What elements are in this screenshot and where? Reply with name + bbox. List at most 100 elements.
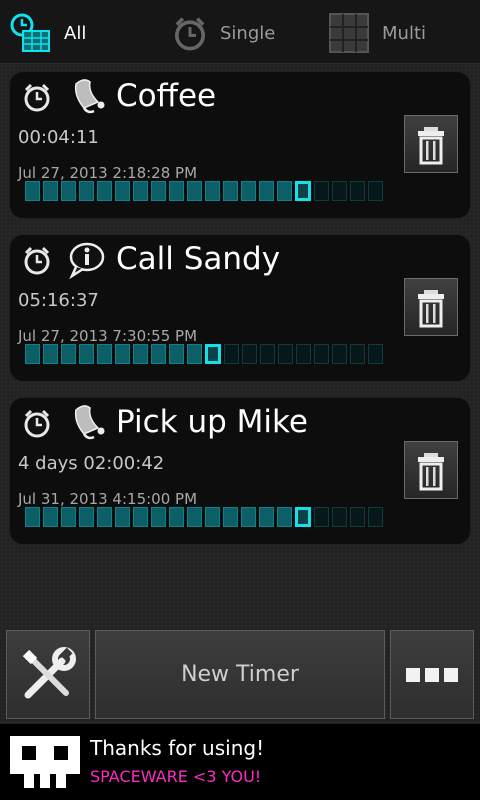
alarm-clock-icon bbox=[172, 15, 208, 51]
progress-segment bbox=[43, 507, 58, 527]
progress-segment bbox=[133, 344, 148, 364]
tab-multi-label: Multi bbox=[382, 22, 426, 44]
progress-segment bbox=[350, 344, 365, 364]
progress-segment bbox=[169, 344, 184, 364]
progress-segment bbox=[133, 507, 148, 527]
timer-title: Pick up Mike bbox=[116, 404, 308, 440]
progress-segment bbox=[79, 344, 94, 364]
delete-button[interactable] bbox=[404, 441, 458, 499]
progress-segment bbox=[115, 507, 130, 527]
progress-segment bbox=[43, 344, 58, 364]
progress-segment bbox=[295, 507, 311, 527]
progress-segment bbox=[260, 344, 275, 364]
trash-icon bbox=[416, 451, 446, 491]
due-date: Jul 31, 2013 4:15:00 PM bbox=[18, 490, 198, 508]
progress-segment bbox=[332, 181, 347, 201]
progress-segment bbox=[61, 344, 76, 364]
progress-segment bbox=[61, 181, 76, 201]
progress-segment bbox=[133, 181, 148, 201]
progress-segment bbox=[205, 344, 221, 364]
progress-segment bbox=[205, 507, 220, 527]
progress-segment bbox=[25, 507, 40, 527]
timer-card[interactable]: Call Sandy 05:16:37 Jul 27, 2013 7:30:55… bbox=[9, 234, 471, 382]
progress-segment bbox=[187, 344, 202, 364]
progress-segment bbox=[223, 181, 238, 201]
bell-icon bbox=[74, 78, 106, 114]
progress-segment bbox=[223, 507, 238, 527]
new-timer-button[interactable]: New Timer bbox=[95, 630, 385, 719]
progress-segment bbox=[368, 344, 383, 364]
progress-segment bbox=[187, 181, 202, 201]
progress-segment bbox=[169, 507, 184, 527]
tab-single[interactable]: Single bbox=[172, 8, 312, 58]
progress-segment bbox=[277, 181, 292, 201]
tab-single-label: Single bbox=[220, 22, 276, 44]
progress-segment bbox=[314, 507, 329, 527]
wrench-screwdriver-icon bbox=[22, 646, 76, 698]
banner-title: Thanks for using! bbox=[90, 736, 265, 760]
info-bubble-icon bbox=[69, 242, 105, 279]
progress-segment bbox=[115, 344, 130, 364]
time-remaining: 4 days 02:00:42 bbox=[18, 453, 165, 474]
timer-card[interactable]: Pick up Mike 4 days 02:00:42 Jul 31, 201… bbox=[9, 397, 471, 545]
progress-segment bbox=[115, 181, 130, 201]
tab-all-label: All bbox=[64, 22, 87, 44]
progress-bar bbox=[25, 344, 383, 364]
bell-icon bbox=[74, 404, 106, 440]
spaceware-logo bbox=[10, 736, 80, 788]
alarm-clock-icon bbox=[24, 246, 50, 275]
progress-segment bbox=[350, 507, 365, 527]
progress-segment bbox=[43, 181, 58, 201]
trash-icon bbox=[416, 125, 446, 165]
progress-segment bbox=[97, 507, 112, 527]
progress-segment bbox=[151, 181, 166, 201]
alarm-clock-icon bbox=[24, 83, 50, 112]
time-remaining: 05:16:37 bbox=[18, 290, 99, 311]
settings-button[interactable] bbox=[6, 630, 90, 719]
timer-card[interactable]: Coffee 00:04:11 Jul 27, 2013 2:18:28 PM bbox=[9, 71, 471, 219]
progress-segment bbox=[350, 181, 365, 201]
progress-segment bbox=[151, 344, 166, 364]
progress-segment bbox=[169, 181, 184, 201]
progress-segment bbox=[314, 181, 329, 201]
progress-segment bbox=[79, 181, 94, 201]
alarm-multi-icon bbox=[8, 11, 52, 55]
progress-segment bbox=[242, 344, 257, 364]
progress-segment bbox=[97, 344, 112, 364]
progress-segment bbox=[25, 344, 40, 364]
grid-icon bbox=[328, 12, 370, 54]
alarm-clock-icon bbox=[24, 409, 50, 438]
progress-segment bbox=[259, 507, 274, 527]
trash-icon bbox=[416, 288, 446, 328]
progress-segment bbox=[241, 507, 256, 527]
delete-button[interactable] bbox=[404, 115, 458, 173]
progress-segment bbox=[368, 507, 383, 527]
ad-banner[interactable]: Thanks for using! SPACEWARE <3 YOU! bbox=[0, 724, 480, 800]
progress-segment bbox=[79, 507, 94, 527]
progress-segment bbox=[277, 507, 292, 527]
progress-bar bbox=[25, 507, 383, 527]
time-remaining: 00:04:11 bbox=[18, 127, 99, 148]
progress-segment bbox=[61, 507, 76, 527]
progress-segment bbox=[25, 181, 40, 201]
tab-multi[interactable]: Multi bbox=[328, 8, 478, 58]
progress-segment bbox=[295, 181, 311, 201]
progress-segment bbox=[187, 507, 202, 527]
progress-segment bbox=[278, 344, 293, 364]
banner-subtitle: SPACEWARE <3 YOU! bbox=[90, 767, 262, 786]
due-date: Jul 27, 2013 2:18:28 PM bbox=[18, 164, 198, 182]
more-dots-icon bbox=[406, 667, 458, 682]
due-date: Jul 27, 2013 7:30:55 PM bbox=[18, 327, 198, 345]
timer-title: Call Sandy bbox=[116, 241, 281, 277]
progress-bar bbox=[25, 181, 383, 201]
tab-bar: All Single Multi bbox=[0, 0, 480, 64]
tab-all[interactable]: All bbox=[8, 8, 158, 58]
progress-segment bbox=[151, 507, 166, 527]
delete-button[interactable] bbox=[404, 278, 458, 336]
progress-segment bbox=[97, 181, 112, 201]
new-timer-label: New Timer bbox=[181, 662, 299, 687]
progress-segment bbox=[332, 507, 347, 527]
timer-title: Coffee bbox=[116, 78, 217, 114]
more-button[interactable] bbox=[390, 630, 474, 719]
progress-segment bbox=[205, 181, 220, 201]
